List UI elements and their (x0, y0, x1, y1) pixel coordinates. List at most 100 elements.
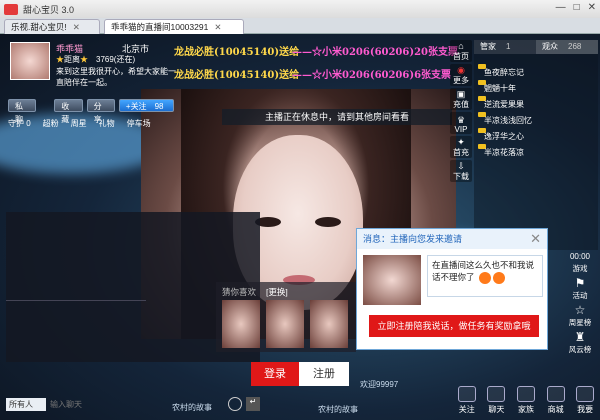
side-label: 活动 (572, 291, 588, 300)
user-name: 半凉花落凉 (484, 148, 524, 157)
star-icon: ★ (56, 55, 64, 64)
chat-icon (487, 386, 506, 402)
bottom-family[interactable]: 家族 (513, 384, 539, 420)
parking-tab[interactable]: 停车场 (127, 118, 151, 129)
login-button[interactable]: 登录 (251, 362, 299, 386)
list-item[interactable]: 魍魉十年 (474, 74, 598, 93)
bottom-chat[interactable]: 聊天 (483, 384, 509, 420)
chat-target-select[interactable]: 所有人 (6, 397, 46, 411)
follow-button[interactable]: +关注 98 (118, 99, 174, 112)
guess-you-like: 猜你喜欢 [更换] (216, 282, 356, 352)
gifts-tab[interactable]: 礼物 (99, 118, 115, 129)
nav-vip[interactable]: ♛ VIP (450, 112, 472, 134)
danmaku-line: ——☆小米0206(60206)6张支票 (292, 70, 452, 81)
anchor-stats: 守护 0 超粉 周星 礼物 停车场 (8, 118, 151, 129)
nav-more[interactable]: ◉ 更多 (450, 64, 472, 86)
list-item[interactable]: 半凉浅浅回忆 (474, 106, 598, 125)
tab-label: 管家 (480, 42, 496, 51)
recommend-thumb[interactable] (266, 300, 304, 348)
list-item[interactable]: 鱼夜醉忘记 (474, 58, 598, 77)
activity-icon: ⚑ (574, 276, 586, 290)
fans-tab[interactable]: 超粉 (43, 118, 59, 129)
bottom-label: 聊天 (488, 405, 505, 414)
nav-recharge[interactable]: ▣ 充值 (450, 88, 472, 110)
follow-count: 98 (154, 102, 164, 111)
tab-live-room[interactable]: 乖乖猫的直播间10003291 ✕ (104, 19, 244, 34)
tab-home[interactable]: 乐视.甜心宝贝! ✕ (4, 19, 100, 34)
nav-first-pay[interactable]: ✦ 首充 (450, 136, 472, 158)
close-icon[interactable]: ✕ (530, 231, 541, 247)
nav-label: 充值 (453, 100, 469, 109)
list-item[interactable]: 半凉花落凉 (474, 138, 598, 157)
me-icon (576, 386, 595, 402)
bottom-label: 商城 (547, 405, 564, 414)
title-bar: 甜心宝贝 3.0 — □ ✕ (0, 0, 600, 18)
clock-time: 00:00 (569, 252, 591, 261)
close-icon[interactable]: ✕ (588, 2, 596, 13)
register-chat-button[interactable]: 立即注册陪我说话，做任务有奖励拿哦 (369, 315, 539, 337)
bottom-label: 我要 (577, 405, 594, 414)
minimize-icon[interactable]: — (556, 2, 566, 13)
nav-label: VIP (454, 125, 468, 134)
popup-title: 消息：主播向您发来邀请 (357, 229, 547, 249)
nav-home[interactable]: ⌂ 首页 (450, 40, 472, 62)
audience-list: 管家 1 观众 268 鱼夜醉忘记 魍魉十年 逆流爱果果 半凉浅浅回忆 逸浮华之心 … (474, 40, 598, 250)
chat-input[interactable] (50, 397, 224, 411)
chat-input-row: 所有人 ↵ (6, 396, 260, 412)
guess-refresh-button[interactable]: [更换] (266, 286, 288, 298)
tab-audience[interactable]: 观众 268 (536, 40, 598, 54)
anchor-level: ★距离★ (56, 54, 88, 65)
firstpay-icon: ✦ (457, 137, 465, 147)
recharge-icon: ▣ (456, 89, 466, 99)
tab-close-icon[interactable]: ✕ (214, 22, 221, 33)
list-item[interactable]: 逸浮华之心 (474, 122, 598, 141)
tab-close-icon[interactable]: ✕ (73, 22, 80, 33)
nav-download[interactable]: ⇩ 下载 (450, 160, 472, 182)
home-icon: ⌂ (458, 41, 464, 51)
list-item[interactable]: 逆流爱果果 (474, 90, 598, 109)
danmaku-line: 龙战必胜(10045140)送给 (174, 47, 300, 58)
tab-managers[interactable]: 管家 1 (474, 40, 536, 54)
send-icon[interactable]: ↵ (246, 397, 260, 411)
window-controls: — □ ✕ (556, 2, 596, 13)
danmaku-line: 龙战必胜(10045140)送给 (174, 70, 300, 81)
side-activity[interactable]: ⚑ 活动 (565, 276, 595, 301)
weekly-tab[interactable]: 周星 (71, 118, 87, 129)
side-weekly-star[interactable]: ☆ 周星榜 (565, 303, 595, 328)
side-icons: 00:00 游戏 ⚑ 活动 ☆ 周星榜 ♜ 风云榜 (564, 252, 596, 355)
anchor-avatar[interactable] (10, 42, 50, 80)
chat-divider (6, 300, 146, 301)
guess-title: 猜你喜欢 (222, 287, 257, 297)
nav-label: 首充 (453, 148, 469, 157)
register-button[interactable]: 注册 (299, 362, 349, 386)
tab-label: 观众 (542, 42, 558, 51)
share-button[interactable]: 分享 (86, 99, 115, 124)
app-logo-icon (4, 3, 18, 15)
side-label: 游戏 (572, 264, 588, 273)
recommend-thumb[interactable] (222, 300, 260, 348)
family-icon (516, 386, 535, 402)
bottom-shop[interactable]: 商城 (543, 384, 569, 420)
side-game[interactable]: 游戏 (565, 263, 595, 274)
angry-emoji-icon (478, 271, 491, 284)
tab-count: 268 (568, 42, 582, 51)
bottom-me[interactable]: 我要 (572, 384, 598, 420)
tab-label: 乐视.甜心宝贝! (11, 22, 67, 32)
emoji-icon[interactable] (228, 397, 242, 411)
bottom-follow[interactable]: 关注 (454, 384, 480, 420)
guard-tab[interactable]: 守护 0 (8, 118, 31, 129)
tab-count: 1 (506, 42, 511, 51)
maximize-icon[interactable]: □ (574, 2, 580, 13)
right-nav: ⌂ 首页 ◉ 更多 ▣ 充值 ♛ VIP ✦ 首充 ⇩ 下载 (450, 40, 472, 182)
bottom-bar: 关注 聊天 家族 商城 我要 (452, 384, 600, 420)
recommend-thumb[interactable] (310, 300, 348, 348)
favorite-button[interactable]: 收藏 (54, 99, 83, 124)
star-icon: ★ (80, 55, 88, 64)
level-label: 距离 (64, 55, 80, 64)
private-chat-button[interactable]: 私聊 (8, 99, 37, 124)
shop-icon (546, 386, 565, 402)
angry-emoji-icon (492, 271, 505, 284)
danmaku-line: ——☆小米0206(60206)20张支票 (292, 47, 459, 58)
anchor-panel: 乖乖猫 北京市 ★距离★ 3769(还在) 来到这里我很开心，希望大家能一直陪伴… (4, 40, 176, 130)
side-ranking[interactable]: ♜ 风云榜 (565, 330, 595, 355)
